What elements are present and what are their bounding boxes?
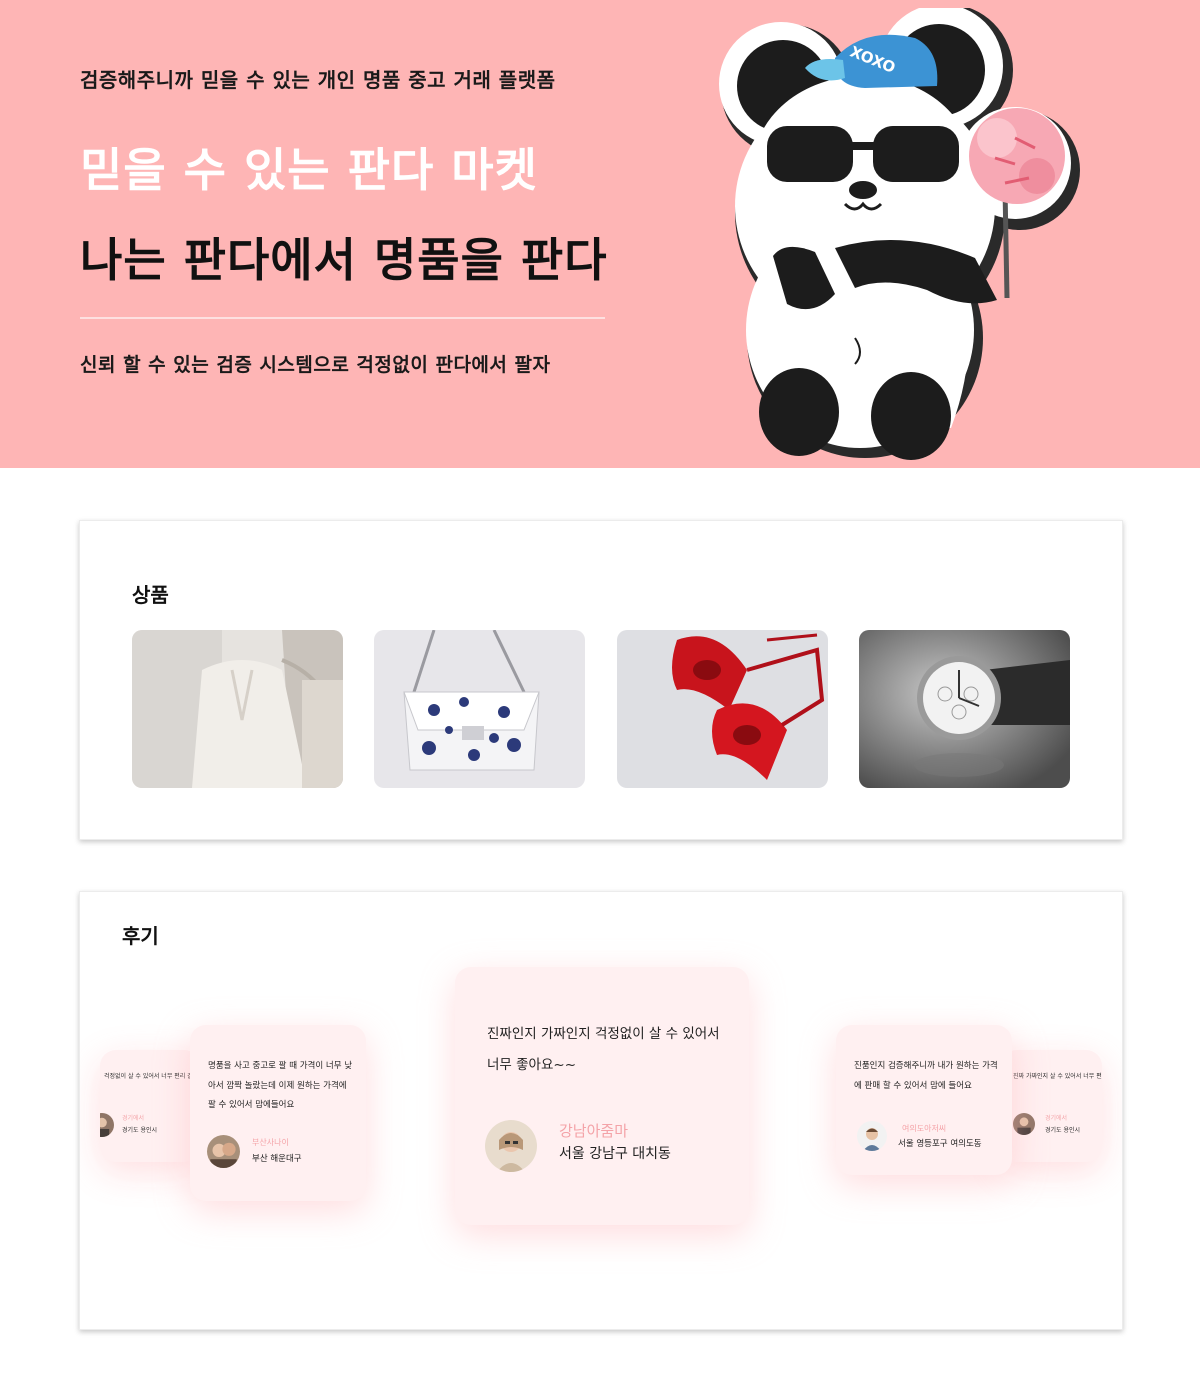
product-card-handbag[interactable] — [374, 630, 585, 788]
watch-photo-icon — [859, 630, 1070, 788]
review-text: 진짜인지 가짜인지 걱정없이 살 수 있어서 너무 좋아요~~ — [487, 1026, 720, 1074]
hero-tagline: 검증해주니까 믿을 수 있는 개인 명품 중고 거래 플랫폼 — [80, 68, 556, 92]
hero-banner: 검증해주니까 믿을 수 있는 개인 명품 중고 거래 플랫폼 믿을 수 있는 판… — [0, 0, 1200, 468]
reviewer-avatar — [857, 1121, 887, 1151]
reviewer-location: 경기도 용인시 — [122, 1127, 158, 1134]
reviewer-location: 부산 해운대구 — [252, 1154, 302, 1164]
hero-subtitle: 신뢰 할 수 있는 검증 시스템으로 걱정없이 판다에서 팔자 — [80, 354, 551, 376]
review-text: 명품을 사고 중고로 팔 때 가격이 너무 낮아서 깜짝 놀랐는데 이제 원하는… — [208, 1061, 353, 1111]
reviewer-avatar — [207, 1135, 240, 1168]
product-card-watch[interactable] — [859, 630, 1070, 788]
product-card-coat[interactable] — [132, 630, 343, 788]
product-card-heels[interactable] — [617, 630, 828, 788]
products-title: 상품 — [132, 583, 169, 607]
reviewer-avatar — [485, 1120, 537, 1172]
reviewer-location: 서울 영등포구 여의도동 — [898, 1139, 982, 1149]
hero-divider — [80, 317, 605, 319]
review-text: 진짜 가짜인지 살 수 있어서 너무 편한것 같아요 앞으로 자주 이용할게요 — [1013, 1073, 1102, 1080]
handbag-photo-icon — [374, 630, 585, 788]
review-card-left[interactable]: 명품을 사고 중고로 팔 때 가격이 너무 낮아서 깜짝 놀랐는데 이제 원하는… — [190, 1025, 366, 1201]
reviewer-name: 경기에서 — [122, 1115, 145, 1122]
reviewer-avatar — [1013, 1113, 1035, 1135]
hero-title-line2: 나는 판다에서 명품을 판다 — [80, 233, 608, 287]
reviews-title: 후기 — [122, 924, 159, 948]
review-card-far-left[interactable]: 걱정없이 살 수 있어서 너무 편리 갈아요 앞으로 자주 이용할게요 경기에서… — [100, 1050, 200, 1162]
reviewer-location: 경기도 용인시 — [1045, 1127, 1081, 1134]
reviewer-name: 경기에서 — [1045, 1115, 1068, 1122]
panda-mascot-illustration: XOXO — [719, 8, 1080, 460]
reviewer-avatar — [100, 1113, 114, 1137]
reviewer-name: 부산사나이 — [252, 1138, 289, 1147]
reviewer-name: 여의도아저씨 — [902, 1124, 947, 1133]
reviewer-location: 서울 강남구 대치동 — [559, 1146, 671, 1162]
review-card-center[interactable]: 진짜인지 가짜인지 걱정없이 살 수 있어서 너무 좋아요~~ 강남아줌마 서울… — [455, 967, 749, 1225]
review-text: 걱정없이 살 수 있어서 너무 편리 갈아요 앞으로 자주 이용할게요 — [104, 1073, 200, 1080]
review-text: 진품인지 검증해주니까 내가 원하는 가격에 판매 할 수 있어서 맘에 들어요 — [854, 1061, 998, 1091]
heels-photo-icon — [617, 630, 828, 788]
review-card-far-right[interactable]: 진짜 가짜인지 살 수 있어서 너무 편한것 같아요 앞으로 자주 이용할게요 … — [1001, 1050, 1102, 1162]
review-card-right[interactable]: 진품인지 검증해주니까 내가 원하는 가격에 판매 할 수 있어서 맘에 들어요… — [836, 1025, 1012, 1175]
reviewer-name: 강남아줌마 — [559, 1122, 629, 1140]
coat-photo-icon — [132, 630, 343, 788]
reviews-section: 후기 걱정없이 살 수 있어서 너무 편리 갈아요 앞으로 자주 이용할게요 경… — [79, 891, 1123, 1330]
hero-title-line1: 믿을 수 있는 판다 마켓 — [80, 143, 538, 197]
products-section: 상품 — [79, 520, 1123, 840]
